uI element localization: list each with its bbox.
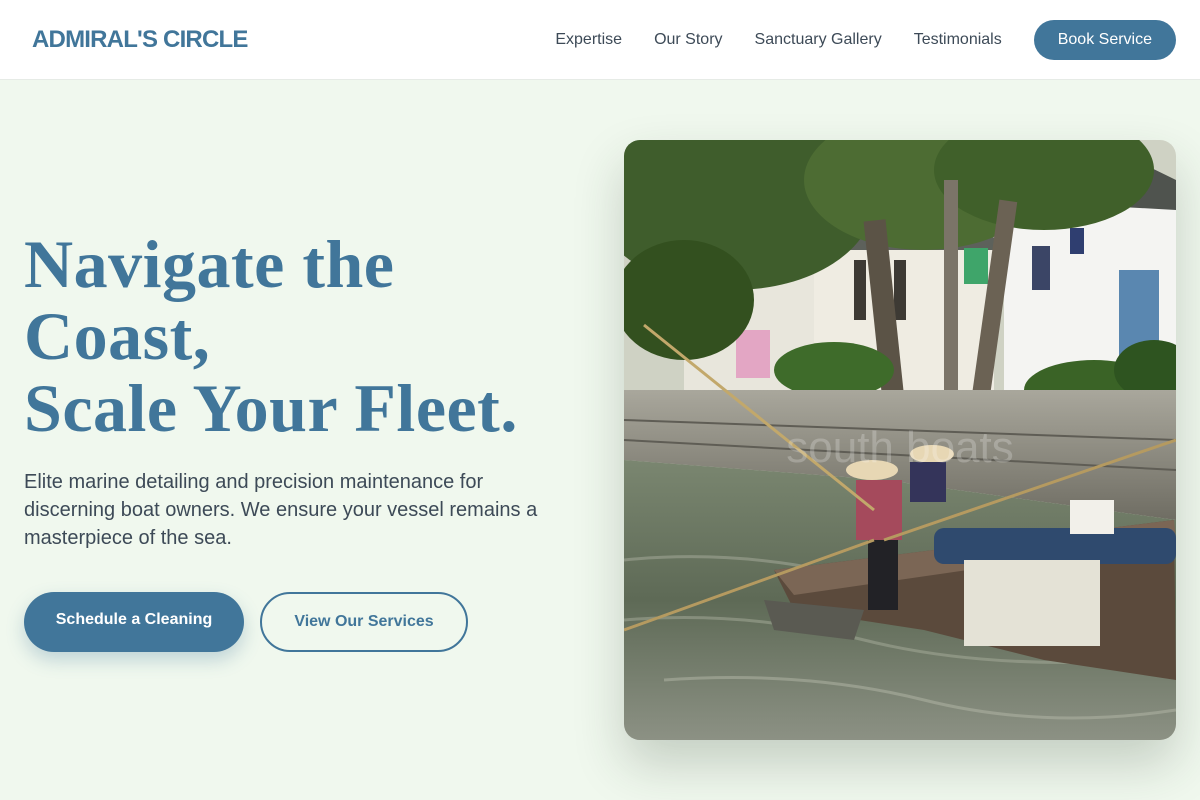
schedule-cleaning-button[interactable]: Schedule a Cleaning	[24, 592, 244, 652]
nav-link-expertise[interactable]: Expertise	[555, 31, 622, 49]
nav-link-sanctuary-gallery[interactable]: Sanctuary Gallery	[755, 31, 882, 49]
book-service-button[interactable]: Book Service	[1033, 19, 1176, 60]
canal-boat-photo: south boats	[624, 140, 1176, 740]
headline-line-3: Scale Your Fleet.	[24, 370, 518, 446]
headline-line-1: Navigate the	[24, 226, 395, 302]
site-logo[interactable]: ADMIRAL'S CIRCLE	[32, 26, 248, 54]
hero-subtext: Elite marine detailing and precision mai…	[24, 471, 538, 549]
hero-image: south boats	[624, 140, 1176, 740]
hero-content: Navigate the Coast, Scale Your Fleet. El…	[24, 228, 584, 552]
hero-buttons: Schedule a Cleaning View Our Services	[24, 592, 468, 652]
image-watermark: south boats	[786, 423, 1014, 472]
view-services-button[interactable]: View Our Services	[260, 592, 468, 652]
headline-line-2: Coast,	[24, 298, 211, 374]
main-nav: Expertise Our Story Sanctuary Gallery Te…	[555, 19, 1176, 60]
hero-headline: Navigate the Coast, Scale Your Fleet.	[24, 228, 584, 444]
nav-link-our-story[interactable]: Our Story	[654, 31, 722, 49]
nav-link-testimonials[interactable]: Testimonials	[914, 31, 1002, 49]
site-header: ADMIRAL'S CIRCLE Expertise Our Story San…	[0, 0, 1200, 80]
